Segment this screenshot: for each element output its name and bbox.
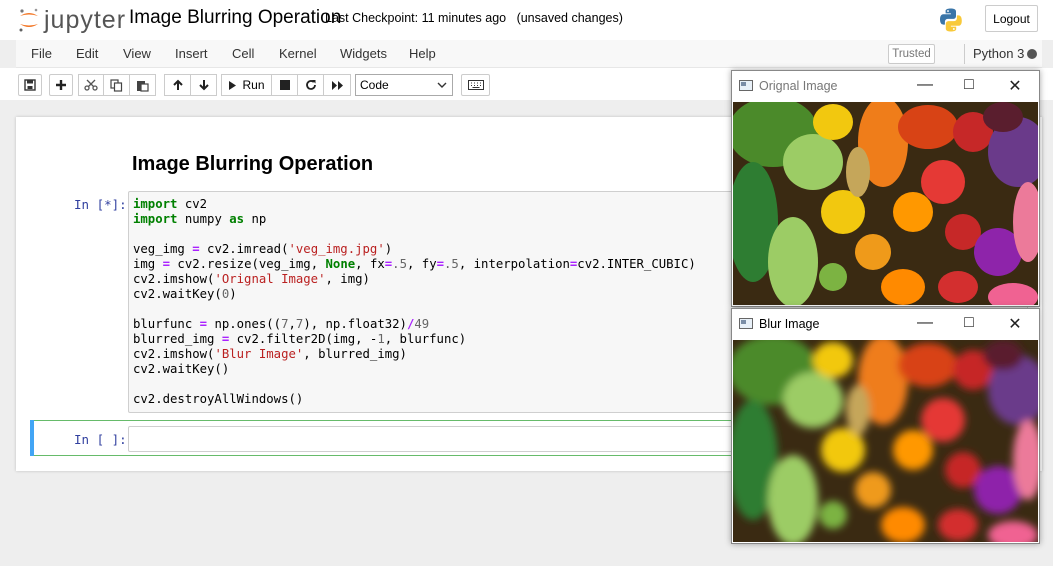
run-button[interactable]: Run <box>221 74 272 96</box>
close-icon[interactable]: ✕ <box>1005 76 1025 96</box>
blur-window-title: Blur Image <box>759 317 820 331</box>
cut-icon <box>84 79 98 91</box>
code-line: import cv2 <box>133 197 208 211</box>
cut-button[interactable] <box>78 74 104 96</box>
notebook-header: jupyter Image Blurring Operation Last Ch… <box>0 0 1053 40</box>
command-palette-button[interactable] <box>461 74 490 96</box>
run-button-group: Run <box>221 74 351 96</box>
code-line: cv2.waitKey() <box>133 362 230 376</box>
original-image <box>733 102 1038 305</box>
cell-type-value: Code <box>360 78 389 92</box>
code-line: blurred_img = cv2.filter2D(img, -1, blur… <box>133 332 467 346</box>
code-line: cv2.imshow('Orignal Image', img) <box>133 272 370 286</box>
code-line: veg_img = cv2.imread('veg_img.jpg') <box>133 242 393 256</box>
close-icon[interactable]: ✕ <box>1005 314 1025 334</box>
unsaved-changes-text: (unsaved changes) <box>516 11 623 25</box>
menu-edit[interactable]: Edit <box>76 46 98 61</box>
arrow-down-icon <box>198 80 209 91</box>
save-icon <box>24 79 36 91</box>
menu-bar: File Edit View Insert Cell Kernel Widget… <box>16 40 1042 68</box>
code-line: img = cv2.resize(veg_img, None, fx=.5, f… <box>133 257 696 271</box>
notebook-title[interactable]: Image Blurring Operation <box>129 7 341 29</box>
maximize-icon[interactable]: □ <box>959 314 979 332</box>
jupyter-logo[interactable]: jupyter <box>18 6 126 34</box>
code-line: import numpy as np <box>133 212 267 226</box>
menu-widgets[interactable]: Widgets <box>340 46 387 61</box>
cell1-prompt: In [*]: <box>74 197 127 212</box>
keyboard-icon <box>467 80 484 90</box>
menu-insert[interactable]: Insert <box>175 46 208 61</box>
kernel-name: Python 3 <box>973 46 1025 61</box>
copy-icon <box>110 78 123 92</box>
copy-button[interactable] <box>103 74 130 96</box>
blur-window-titlebar[interactable]: Blur Image — □ ✕ <box>732 309 1039 339</box>
checkpoint-text: Last Checkpoint: 11 minutes ago <box>325 11 507 25</box>
menu-help[interactable]: Help <box>409 46 436 61</box>
kernel-status-indicator <box>1027 49 1037 59</box>
blurred-image <box>733 340 1038 542</box>
arrow-up-icon <box>172 79 183 90</box>
save-button[interactable] <box>18 74 42 96</box>
code-line: blurfunc = np.ones((7,7), np.float32)/49 <box>133 317 430 331</box>
cell2-prompt: In [ ]: <box>74 432 127 447</box>
jupyter-logo-text: jupyter <box>44 5 127 34</box>
paste-icon <box>137 80 149 92</box>
window-app-icon <box>739 318 753 329</box>
run-button-label: Run <box>242 78 265 92</box>
minimize-icon[interactable]: — <box>915 76 935 94</box>
menu-cell[interactable]: Cell <box>232 46 254 61</box>
code-line: cv2.destroyAllWindows() <box>133 392 304 406</box>
move-down-button[interactable] <box>190 74 217 96</box>
jupyter-logo-icon <box>19 8 38 32</box>
maximize-icon[interactable]: □ <box>959 76 979 94</box>
vegetables-photo <box>733 102 1038 305</box>
python-logo-icon <box>940 8 962 32</box>
edit-button-group <box>78 74 156 96</box>
checkpoint-status: Last Checkpoint: 11 minutes ago (unsaved… <box>325 11 623 25</box>
plus-icon <box>56 80 66 90</box>
cell-type-select[interactable]: Code <box>355 74 453 96</box>
interrupt-button[interactable] <box>271 74 298 96</box>
trusted-badge[interactable]: Trusted <box>888 44 935 64</box>
menu-file[interactable]: File <box>31 46 52 61</box>
original-image-window[interactable]: Orignal Image — □ ✕ <box>731 70 1040 307</box>
stop-icon <box>279 80 290 90</box>
code-cell-1-source[interactable]: import cv2 import numpy as np veg_img = c… <box>133 197 696 407</box>
code-line: cv2.imshow('Blur Image', blurred_img) <box>133 347 407 361</box>
blurred-vegetables-photo <box>733 340 1038 542</box>
window-app-icon <box>739 80 753 91</box>
restart-icon <box>305 80 316 90</box>
blur-image-window[interactable]: Blur Image — □ ✕ <box>731 308 1040 544</box>
move-button-group <box>164 74 217 96</box>
restart-run-all-button[interactable] <box>323 74 351 96</box>
markdown-heading[interactable]: Image Blurring Operation <box>132 153 373 176</box>
chevron-down-icon <box>437 82 447 88</box>
original-window-titlebar[interactable]: Orignal Image — □ ✕ <box>732 71 1039 101</box>
move-up-button[interactable] <box>164 74 191 96</box>
menu-view[interactable]: View <box>123 46 151 61</box>
minimize-icon[interactable]: — <box>915 314 935 332</box>
insert-cell-button[interactable] <box>49 74 73 96</box>
run-icon <box>229 80 237 90</box>
kernel-separator <box>964 44 965 64</box>
menu-kernel[interactable]: Kernel <box>279 46 317 61</box>
code-line: cv2.waitKey(0) <box>133 287 237 301</box>
restart-button[interactable] <box>297 74 324 96</box>
logout-button[interactable]: Logout <box>985 5 1038 32</box>
original-window-title: Orignal Image <box>759 79 838 93</box>
active-cell-indicator <box>30 420 34 456</box>
paste-button[interactable] <box>129 74 156 96</box>
fast-forward-icon <box>331 80 343 90</box>
